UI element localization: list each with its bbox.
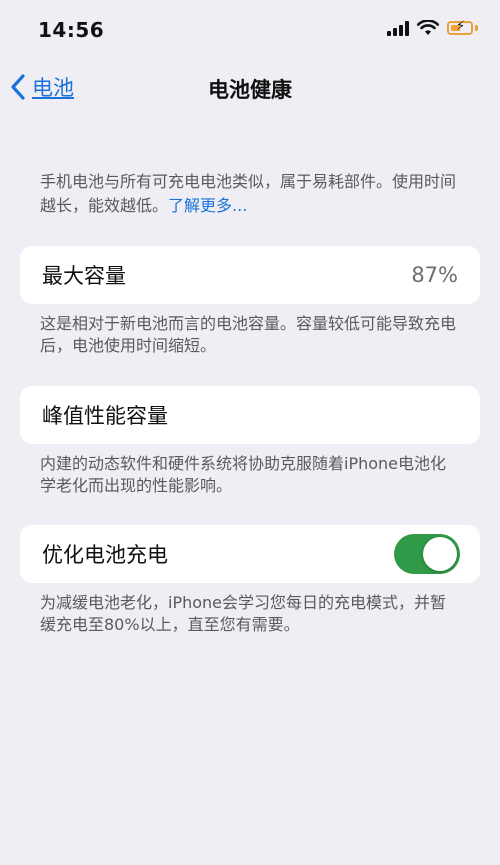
peak-performance-description: 内建的动态软件和硬件系统将协助克服随着iPhone电池化学老化而出现的性能影响。	[40, 454, 447, 495]
wifi-icon	[417, 20, 439, 35]
status-icons: ⚡	[387, 20, 478, 36]
navigation-bar: 电池 电池健康	[0, 64, 500, 114]
battery-charging-icon: ⚡	[447, 20, 473, 35]
intro-text: 手机电池与所有可充电电池类似，属于易耗部件。使用时间越长，能效越低。了解更多..…	[40, 170, 460, 218]
max-capacity-label: 最大容量	[42, 264, 126, 288]
optimized-charging-row: 优化电池充电	[20, 525, 480, 583]
signal-icon	[387, 20, 409, 36]
optimized-charging-label: 优化电池充电	[42, 543, 168, 567]
toggle-knob	[423, 537, 457, 571]
max-capacity-value: 87%	[411, 263, 458, 287]
status-time: 14:56	[38, 18, 105, 42]
peak-performance-row: 峰值性能容量	[20, 386, 480, 444]
battery-cap	[475, 25, 478, 31]
intro-body: 手机电池与所有可充电电池类似，属于易耗部件。使用时间越长，能效越低。	[40, 172, 457, 215]
optimized-charging-description: 为减缓电池老化，iPhone会学习您每日的充电模式，并暂缓充电至80%以上，直至…	[40, 593, 447, 634]
optimized-charging-toggle[interactable]	[394, 534, 460, 574]
page-title: 电池健康	[208, 78, 292, 102]
learn-more-link[interactable]: 了解更多...	[168, 196, 247, 215]
peak-performance-label: 峰值性能容量	[42, 404, 168, 428]
status-bar: 14:56 ⚡	[0, 0, 500, 60]
max-capacity-row: 最大容量 87%	[20, 246, 480, 304]
max-capacity-description: 这是相对于新电池而言的电池容量。容量较低可能导致充电后，电池使用时间缩短。	[40, 314, 457, 355]
